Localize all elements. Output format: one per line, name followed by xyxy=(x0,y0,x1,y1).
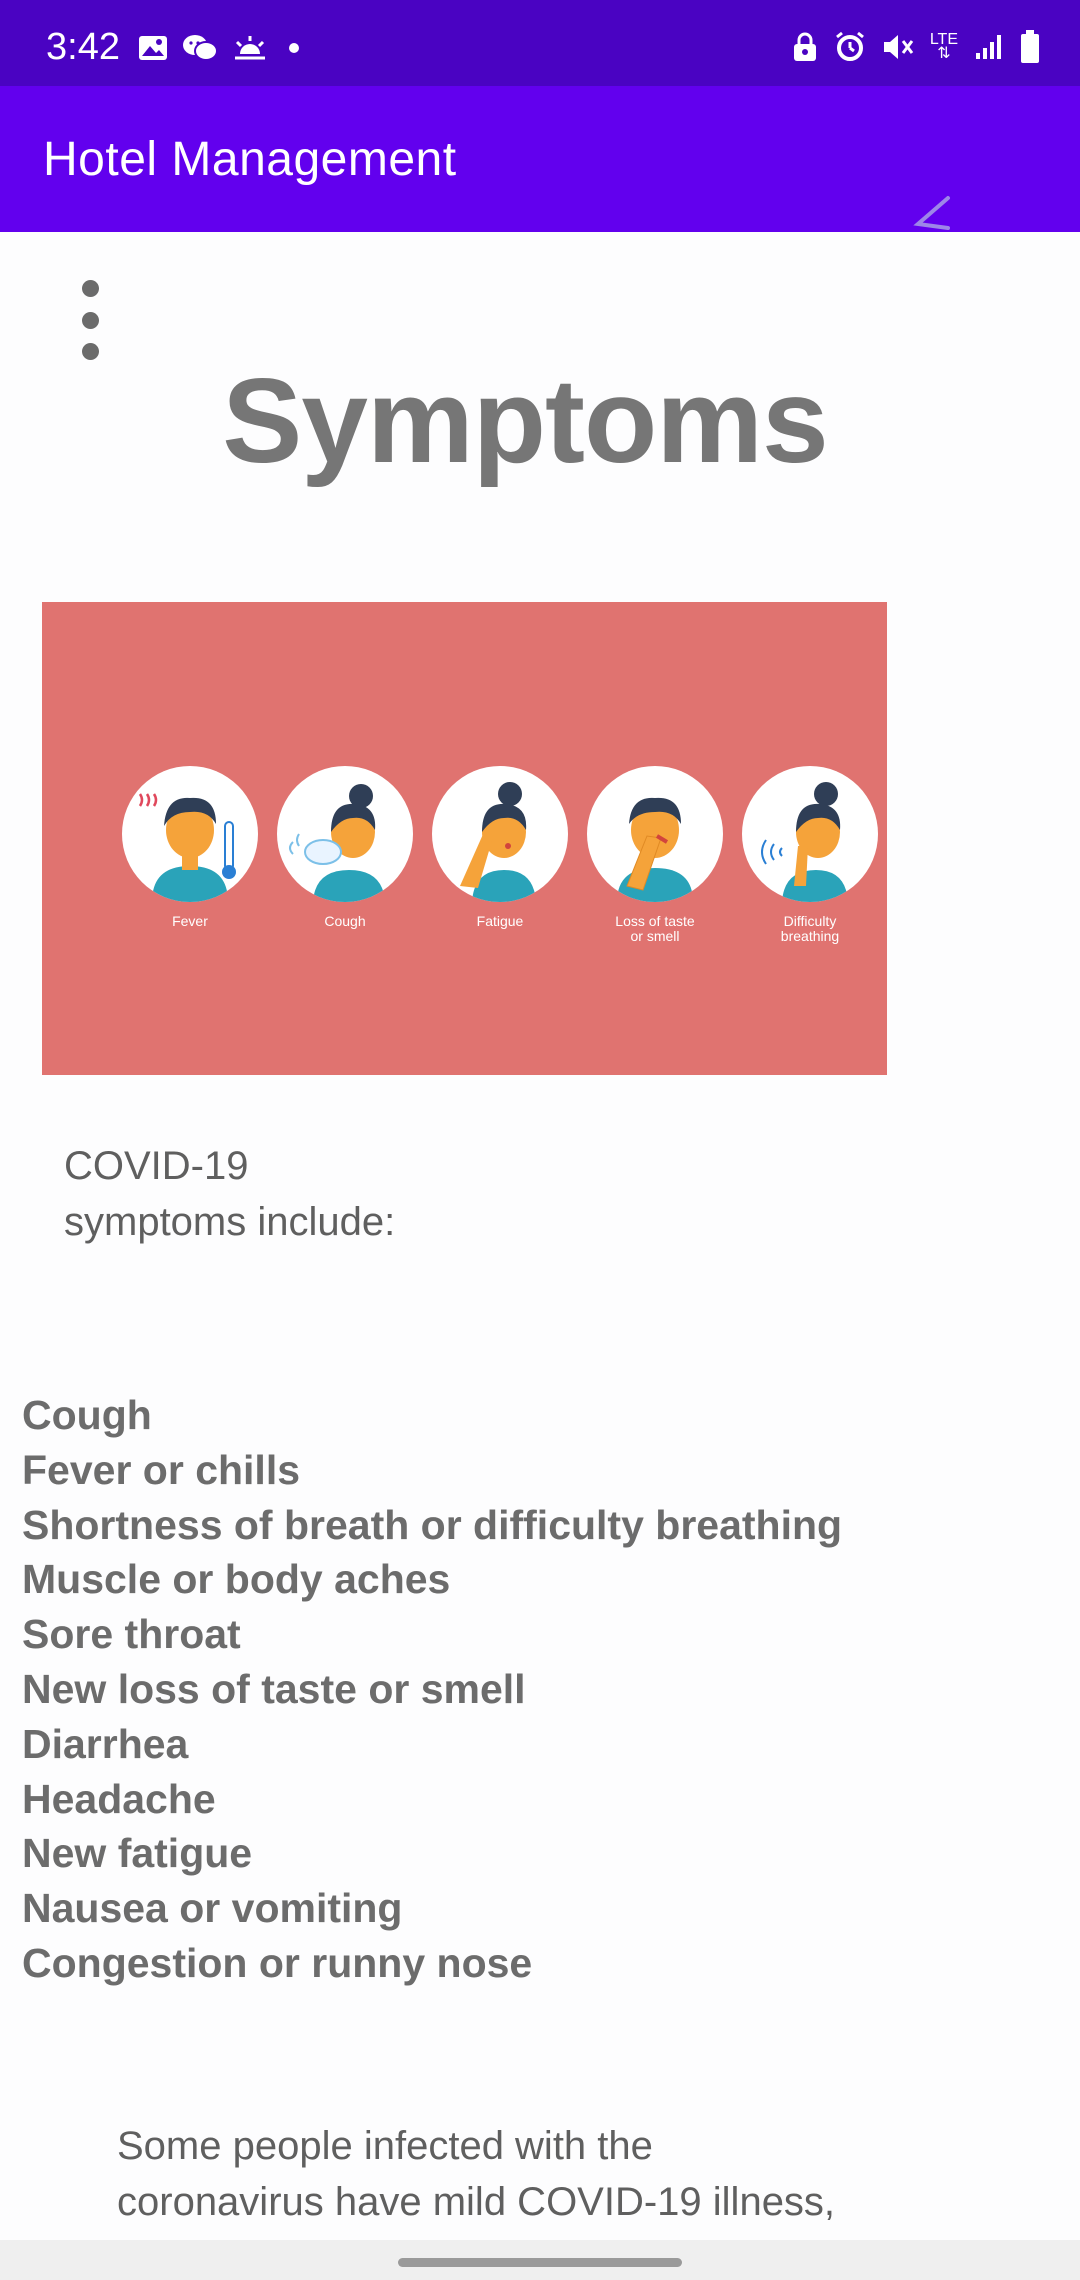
fever-illustration-icon xyxy=(122,766,258,902)
symptom-label-line: Loss of taste xyxy=(615,913,695,929)
list-item: Shortness of breath or difficulty breath… xyxy=(22,1501,843,1548)
system-nav-bar xyxy=(0,2240,1080,2280)
status-bar: 3:42 LTE ⇅ xyxy=(0,0,1080,86)
symptom-label-fatigue: Fatigue xyxy=(476,913,524,929)
symptom-list: Cough Fever or chills Shortness of breat… xyxy=(22,1388,842,1991)
list-item: Cough xyxy=(22,1392,152,1438)
banner-item-fatigue: Fatigue xyxy=(430,766,570,929)
list-item: Muscle or body aches xyxy=(22,1556,451,1603)
intro-line: COVID-19 xyxy=(64,1144,249,1188)
banner-item-cough: Cough xyxy=(275,766,415,929)
back-arrow-icon[interactable] xyxy=(912,194,952,235)
overflow-menu-button[interactable] xyxy=(70,280,110,360)
status-time: 3:42 xyxy=(46,26,120,68)
home-gesture-handle[interactable] xyxy=(398,2258,682,2267)
weather-icon xyxy=(232,34,268,62)
symptom-label-line: or smell xyxy=(630,928,680,944)
symptoms-banner-image: Fever Cough Fatigue Loss of taste or sme… xyxy=(42,602,887,1075)
gallery-icon xyxy=(138,35,168,61)
info-paragraph: Some people infected with the coronaviru… xyxy=(117,2118,1077,2230)
loss-of-taste-illustration-icon xyxy=(587,766,723,902)
mute-icon xyxy=(882,32,914,62)
list-item: Diarrhea xyxy=(22,1720,189,1767)
list-item: New fatigue xyxy=(22,1830,253,1877)
list-item: New loss of taste or smell xyxy=(22,1665,526,1712)
difficulty-breathing-illustration-icon xyxy=(742,766,878,902)
list-item: Congestion or runny nose xyxy=(22,1939,533,1986)
list-item: Headache xyxy=(22,1775,216,1822)
fatigue-illustration-icon xyxy=(432,766,568,902)
status-icons-left xyxy=(138,34,306,62)
banner-item-difficulty-breathing: Difficulty breathing xyxy=(740,766,880,944)
symptom-label-fever: Fever xyxy=(172,913,208,929)
list-item: Nausea or vomiting xyxy=(22,1885,403,1932)
cough-illustration-icon xyxy=(277,766,413,902)
symptom-label-difficulty-breathing: Difficulty breathing xyxy=(740,914,880,944)
symptom-label-cough: Cough xyxy=(324,913,366,929)
alarm-icon xyxy=(834,31,866,63)
menu-dot-icon xyxy=(81,311,99,329)
status-icons-right: LTE ⇅ xyxy=(792,30,1040,64)
wechat-icon xyxy=(182,34,218,62)
symptom-label-line: breathing xyxy=(780,928,840,944)
banner-item-fever: Fever xyxy=(120,766,260,929)
list-item: Sore throat xyxy=(22,1611,241,1658)
paragraph-line: coronavirus have mild COVID-19 illness, xyxy=(117,2180,836,2224)
battery-icon xyxy=(1020,30,1040,64)
notification-dot-icon xyxy=(282,36,306,60)
page-heading: Symptoms xyxy=(222,354,828,488)
menu-dot-icon xyxy=(81,280,99,297)
list-item: Fever or chills xyxy=(22,1446,301,1493)
signal-icon xyxy=(974,33,1004,61)
paragraph-line: Some people infected with the xyxy=(117,2124,653,2168)
intro-text: COVID-19 symptoms include: xyxy=(64,1138,395,1250)
lock-icon xyxy=(792,32,818,62)
app-title: Hotel Management xyxy=(43,133,457,186)
symptom-label-line: Difficulty xyxy=(783,913,837,929)
app-bar: Hotel Management xyxy=(0,86,1080,232)
intro-line: symptoms include: xyxy=(64,1200,396,1244)
lte-icon: LTE ⇅ xyxy=(930,32,958,62)
banner-item-loss-of-taste: Loss of taste or smell xyxy=(585,766,725,944)
symptom-label-loss-of-taste: Loss of taste or smell xyxy=(585,914,725,944)
data-arrows-icon: ⇅ xyxy=(937,45,951,62)
